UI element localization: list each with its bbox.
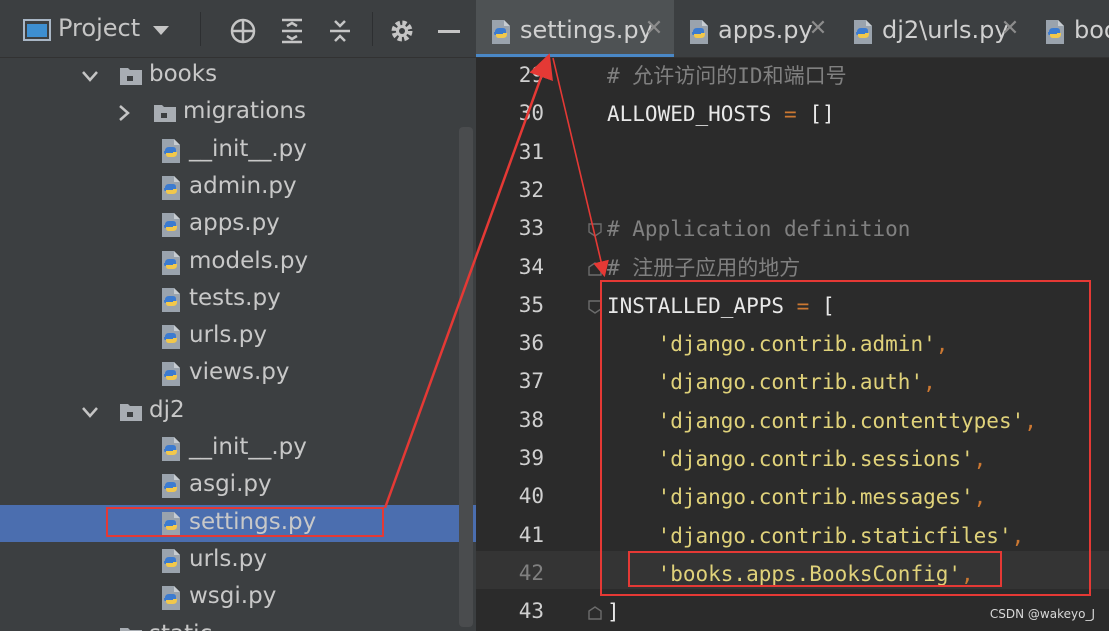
project-view-icon[interactable] [22,18,52,42]
code-token: = [784,102,797,127]
python-file-icon [686,19,712,45]
tree-item-label: dj2 [149,396,185,423]
tree-item-label: wsgi.py [189,583,277,610]
project-header: Project [0,0,476,58]
tree-item-init-py[interactable]: __init__.py [0,132,476,169]
tree-item-models-py[interactable]: models.py [0,244,476,281]
python-file-icon [158,250,184,276]
tab-label: dj2\urls.py [882,16,1009,44]
code-line[interactable]: ] [607,593,620,631]
code-line[interactable]: # Application definition [607,210,910,248]
tree-item-static[interactable]: static [0,617,476,631]
chevron-down-icon[interactable] [80,66,100,86]
code-token: # 注册子应用的地方 [607,255,801,280]
gear-icon[interactable] [388,17,416,45]
target-icon[interactable] [228,16,258,46]
close-icon[interactable]: ✕ [808,18,828,40]
tree-item-label: models.py [189,247,309,274]
folder-icon [118,63,144,89]
tree-item-label: urls.py [189,322,267,349]
tree-item-label: static [149,621,212,631]
folder-icon [118,623,144,631]
tree-item-tests-py[interactable]: tests.py [0,281,476,318]
tree-item-dj2[interactable]: dj2 [0,393,476,430]
code-line[interactable]: # 允许访问的ID和端口号 [607,57,847,95]
python-file-icon [488,19,514,45]
tab-boo[interactable]: boo [1030,0,1109,57]
chevron-down-icon[interactable] [80,402,100,422]
tree-item-label: __init__.py [189,434,307,460]
tree-scrollbar[interactable] [459,127,473,627]
tree-item-asgi-py[interactable]: asgi.py [0,467,476,504]
folder-icon [118,399,144,425]
close-icon[interactable]: ✕ [1000,18,1020,40]
python-file-icon [158,361,184,387]
tree-item-label: books [149,61,218,87]
python-file-icon [158,585,184,611]
tree-item-label: admin.py [189,172,297,199]
chevron-down-icon[interactable] [80,626,100,631]
code-line[interactable]: ALLOWED_HOSTS = [] [607,95,835,133]
python-file-icon [158,473,184,499]
tab-label: settings.py [520,16,653,44]
tree-item-label: apps.py [189,210,280,237]
tab-apps-py[interactable]: apps.py ✕ [674,0,838,57]
python-file-icon [850,19,876,45]
folder-icon [152,100,178,126]
python-file-icon [158,138,184,164]
chevron-right-icon[interactable] [114,103,134,123]
watermark: CSDN @wakeyo_J [989,607,1095,621]
project-title[interactable]: Project [58,14,140,42]
python-file-icon [158,548,184,574]
tab-dj2-urls-py[interactable]: dj2\urls.py ✕ [838,0,1030,57]
tree-item-label: views.py [189,359,290,386]
tab-settings-py[interactable]: settings.py ✕ [476,0,674,57]
tree-item-migrations[interactable]: migrations [0,94,476,131]
annotation-box-new-app [628,551,1002,587]
annotation-box-settings-file [106,507,384,537]
tree-item-label: migrations [183,98,306,125]
header-divider [372,12,373,46]
code-token: ] [607,600,620,625]
header-divider [200,12,201,46]
tree-item-admin-py[interactable]: admin.py [0,169,476,206]
python-file-icon [158,175,184,201]
tree-item-label: urls.py [189,545,267,572]
collapse-all-icon[interactable] [326,16,354,46]
minimize-icon[interactable] [436,22,462,42]
editor-tab-bar: settings.py✕apps.py✕dj2\urls.py✕boo [476,0,1109,58]
annotation-box-installed-apps [600,280,1091,596]
python-file-icon [158,324,184,350]
tree-item-apps-py[interactable]: apps.py [0,206,476,243]
tree-item-wsgi-py[interactable]: wsgi.py [0,579,476,616]
tree-item-urls-py[interactable]: urls.py [0,542,476,579]
tree-item-urls-py[interactable]: urls.py [0,318,476,355]
tree-item-books[interactable]: books [0,57,476,94]
python-file-icon [158,436,184,462]
tab-label: boo [1074,16,1109,44]
tree-item-label: tests.py [189,284,281,311]
tree-item-views-py[interactable]: views.py [0,355,476,392]
chevron-down-icon[interactable] [150,22,172,40]
tree-item-label: asgi.py [189,471,272,498]
python-file-icon [158,287,184,313]
code-token: [] [796,102,835,127]
close-icon[interactable]: ✕ [644,18,664,40]
python-file-icon [1042,19,1068,45]
tree-item-label: __init__.py [189,135,307,162]
code-token: # Application definition [607,217,911,242]
python-file-icon [158,212,184,238]
expand-all-icon[interactable] [278,16,306,46]
code-token: # 允许访问的ID和端口号 [607,64,847,88]
code-token: ALLOWED_HOSTS [607,102,785,127]
tab-label: apps.py [718,16,813,44]
tree-item-init-py[interactable]: __init__.py [0,430,476,467]
